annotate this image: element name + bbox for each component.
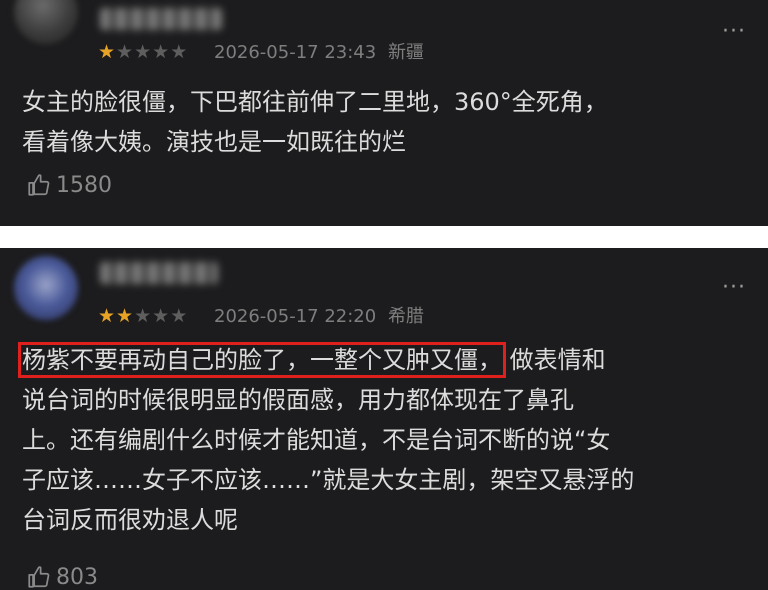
comment-line: 上。还有编剧什么时候才能知道，不是台词不断的说“女 (22, 426, 611, 454)
star-icon: ★ (134, 41, 153, 63)
more-options-icon[interactable]: ··· (722, 277, 746, 299)
like-count: 1580 (56, 172, 112, 198)
star-icon: ★ (98, 41, 117, 63)
comment-line: 做表情和 (509, 346, 606, 374)
star-icon: ★ (170, 305, 189, 327)
comment-meta: 2026-05-17 22:20 希腊 (214, 307, 424, 327)
comment-line: 女主的脸很僵，下巴都往前伸了二里地，360°全死角， (22, 88, 608, 116)
thumbs-up-icon (28, 566, 50, 588)
comment-card: ★★★★★ 2026-05-17 22:20 希腊 ··· 杨紫不要再动自己的脸… (0, 248, 768, 590)
comment-line: 子应该……女子不应该……”就是大女主剧，架空又悬浮的 (22, 466, 635, 494)
like-count: 803 (56, 564, 98, 590)
like-button[interactable]: 1580 (26, 172, 112, 198)
star-icon: ★ (116, 41, 135, 63)
comment-meta: 2026-05-17 23:43 新疆 (214, 43, 424, 63)
avatar[interactable] (14, 0, 78, 44)
like-button[interactable]: 803 (26, 564, 98, 590)
more-options-icon[interactable]: ··· (722, 21, 746, 43)
thumbs-up-icon (28, 174, 50, 196)
star-rating: ★★★★★ (98, 306, 188, 326)
star-icon: ★ (152, 41, 171, 63)
comment-date: 2026-05-17 22:20 (214, 306, 377, 327)
star-icon: ★ (152, 305, 171, 327)
comment-line: 台词反而很劝退人呢 (22, 506, 238, 534)
comment-card: ★★★★★ 2026-05-17 23:43 新疆 ··· 女主的脸很僵，下巴都… (0, 0, 768, 226)
username-blurred[interactable] (100, 262, 218, 284)
comment-line: 说台词的时候很明显的假面感，用力都体现在了鼻孔 (22, 386, 574, 414)
star-rating: ★★★★★ (98, 42, 188, 62)
highlighted-text: 杨紫不要再动自己的脸了，一整个又肿又僵， (18, 342, 506, 378)
comment-line: 看着像大姨。演技也是一如既往的烂 (22, 128, 406, 156)
username-blurred[interactable] (100, 8, 222, 30)
comment-location: 新疆 (387, 42, 424, 63)
star-icon: ★ (170, 41, 189, 63)
comment-location: 希腊 (387, 306, 424, 327)
comment-text: 杨紫不要再动自己的脸了，一整个又肿又僵， 做表情和 说台词的时候很明显的假面感，… (18, 340, 742, 540)
star-icon: ★ (116, 305, 135, 327)
star-icon: ★ (98, 305, 117, 327)
avatar[interactable] (14, 256, 78, 320)
comment-date: 2026-05-17 23:43 (214, 42, 377, 63)
comment-text: 女主的脸很僵，下巴都往前伸了二里地，360°全死角， 看着像大姨。演技也是一如既… (22, 82, 742, 162)
star-icon: ★ (134, 305, 153, 327)
